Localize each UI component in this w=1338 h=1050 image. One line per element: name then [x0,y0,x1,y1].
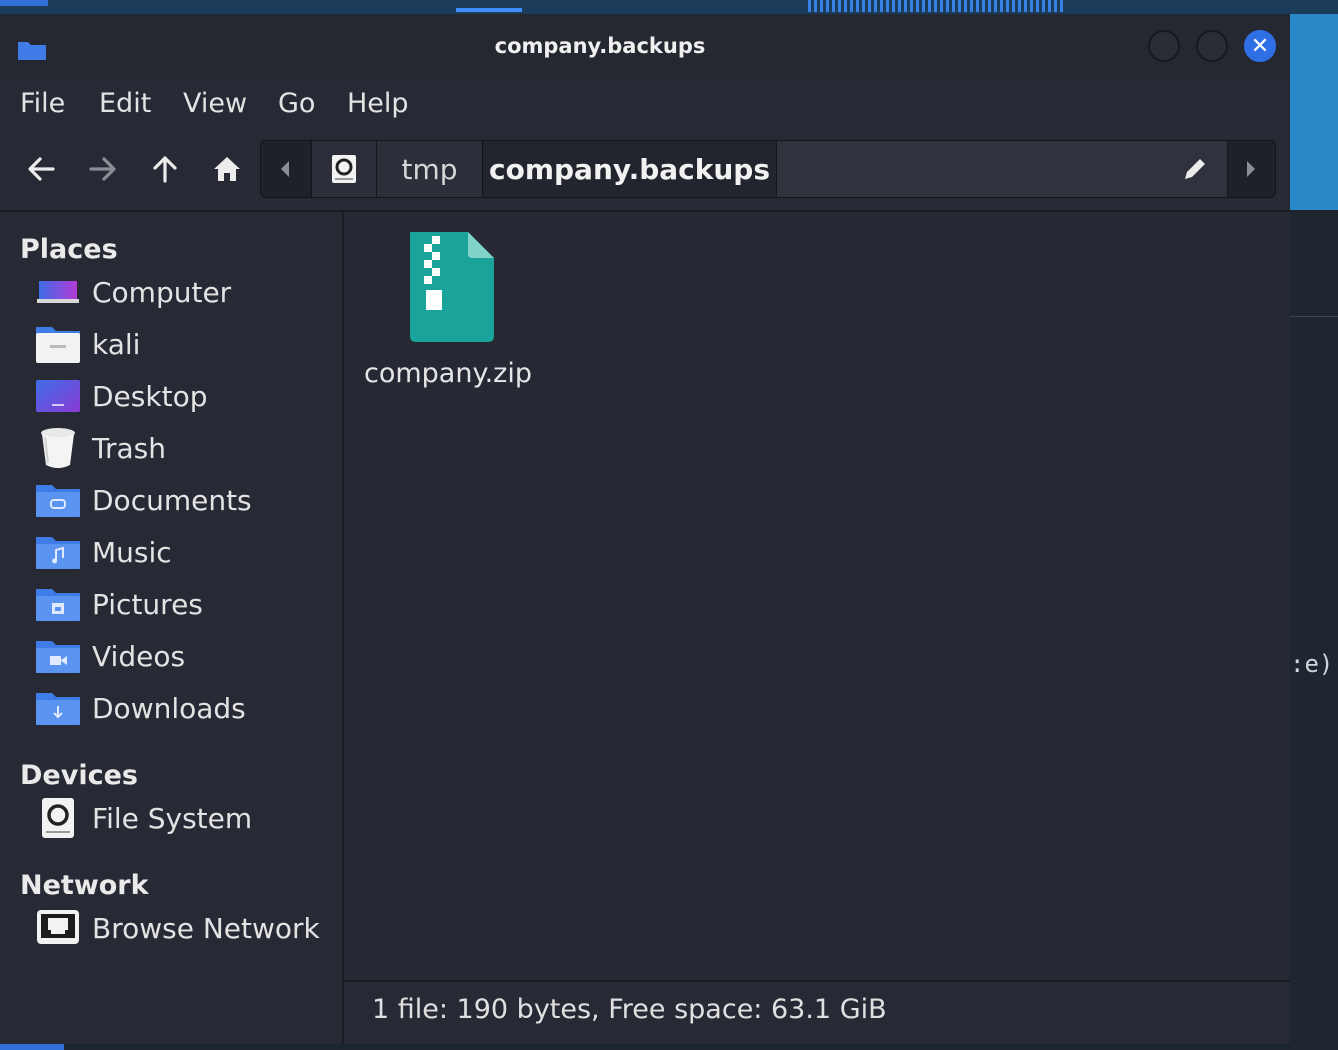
sidebar-item-label: Browse Network [92,911,320,945]
menu-edit[interactable]: Edit [99,88,151,119]
path-bar: tmp company.backups [260,140,1276,198]
maximize-button[interactable] [1196,30,1228,62]
status-text: 1 file: 190 bytes, Free space: 63.1 GiB [372,994,887,1025]
sidebar-item-label: Music [92,535,172,569]
taskbar-cpu-graph [808,0,1064,12]
sidebar-item-kali[interactable]: kali [36,320,336,368]
videos-folder-icon [36,636,80,676]
sidebar-item-downloads[interactable]: Downloads [36,684,336,732]
file-item[interactable]: company.zip [358,232,538,389]
documents-folder-icon [36,480,80,520]
title-bar[interactable]: company.backups ✕ [0,14,1290,80]
menu-bar: File Edit View Go Help [0,80,1290,130]
desktop-panel-edge [0,1044,64,1050]
menu-help[interactable]: Help [347,88,409,119]
toolbar: tmp company.backups [0,136,1290,208]
network-heading: Network [20,870,149,901]
drive-icon [332,155,356,183]
sidebar-item-label: Trash [92,431,166,465]
places-heading: Places [20,234,118,265]
devices-heading: Devices [20,760,138,791]
path-segment-root[interactable] [311,141,377,197]
close-icon: ✕ [1250,34,1270,59]
sidebar-item-trash[interactable]: Trash [36,424,336,472]
sidebar-item-label: kali [92,327,141,361]
sidebar-item-browse-network[interactable]: Browse Network [36,904,336,952]
path-segment-current[interactable]: company.backups [483,141,777,197]
file-name: company.zip [364,358,532,389]
sidebar-item-label: Computer [92,275,232,309]
zip-archive-icon [410,232,494,342]
up-button[interactable] [142,146,188,192]
desktop-icon [36,376,80,416]
computer-icon [36,272,80,312]
path-scroll-right-button[interactable] [1227,141,1275,197]
sidebar-item-label: Videos [92,639,186,673]
sidebar: Places Computer kali Desktop Trash Docum… [0,212,342,1044]
window-title: company.backups [494,34,706,58]
trash-icon [36,428,80,468]
menu-go[interactable]: Go [278,88,315,119]
sidebar-item-documents[interactable]: Documents [36,476,336,524]
minimize-button[interactable] [1148,30,1180,62]
sidebar-item-desktop[interactable]: Desktop [36,372,336,420]
sidebar-item-music[interactable]: Music [36,528,336,576]
path-segment-tmp[interactable]: tmp [377,141,483,197]
menu-view[interactable]: View [183,88,247,119]
sidebar-item-file-system[interactable]: File System [36,794,336,842]
sidebar-item-label: File System [92,801,253,835]
network-icon [36,908,80,948]
close-button[interactable]: ✕ [1244,30,1276,62]
sidebar-item-label: Downloads [92,691,246,725]
sidebar-item-label: Desktop [92,379,208,413]
forward-button[interactable] [80,146,126,192]
drive-icon [36,798,80,838]
sidebar-item-pictures[interactable]: Pictures [36,580,336,628]
file-view[interactable]: company.zip [344,212,1290,982]
back-button[interactable] [18,146,64,192]
home-button[interactable] [204,146,250,192]
pencil-edit-icon[interactable] [1181,155,1209,183]
forward-arrow-icon [89,157,116,181]
path-scroll-left-button[interactable] [261,141,309,197]
up-arrow-icon [153,156,177,183]
sidebar-item-videos[interactable]: Videos [36,632,336,680]
back-arrow-icon [28,157,55,181]
pictures-folder-icon [36,584,80,624]
sidebar-item-label: Documents [92,483,252,517]
path-entry-area[interactable] [777,141,1228,197]
home-icon [214,157,240,181]
file-manager-window: company.backups ✕ File Edit View Go Help [0,14,1290,1044]
chevron-left-icon [281,161,289,177]
desktop-taskbar [0,0,1338,14]
chevron-right-icon [1247,161,1255,177]
home-folder-icon [36,324,80,364]
music-folder-icon [36,532,80,572]
sidebar-item-label: Pictures [92,587,203,621]
taskbar-active-indicator [456,8,522,12]
status-bar: 1 file: 190 bytes, Free space: 63.1 GiB [344,980,1290,1044]
sidebar-item-computer[interactable]: Computer [36,268,336,316]
background-terminal [1290,210,1338,1050]
desktop-background [1290,14,1338,210]
downloads-folder-icon [36,688,80,728]
background-terminal-text: :e). [1290,650,1338,678]
taskbar-app-menu[interactable] [0,0,48,6]
menu-file[interactable]: File [20,88,65,119]
